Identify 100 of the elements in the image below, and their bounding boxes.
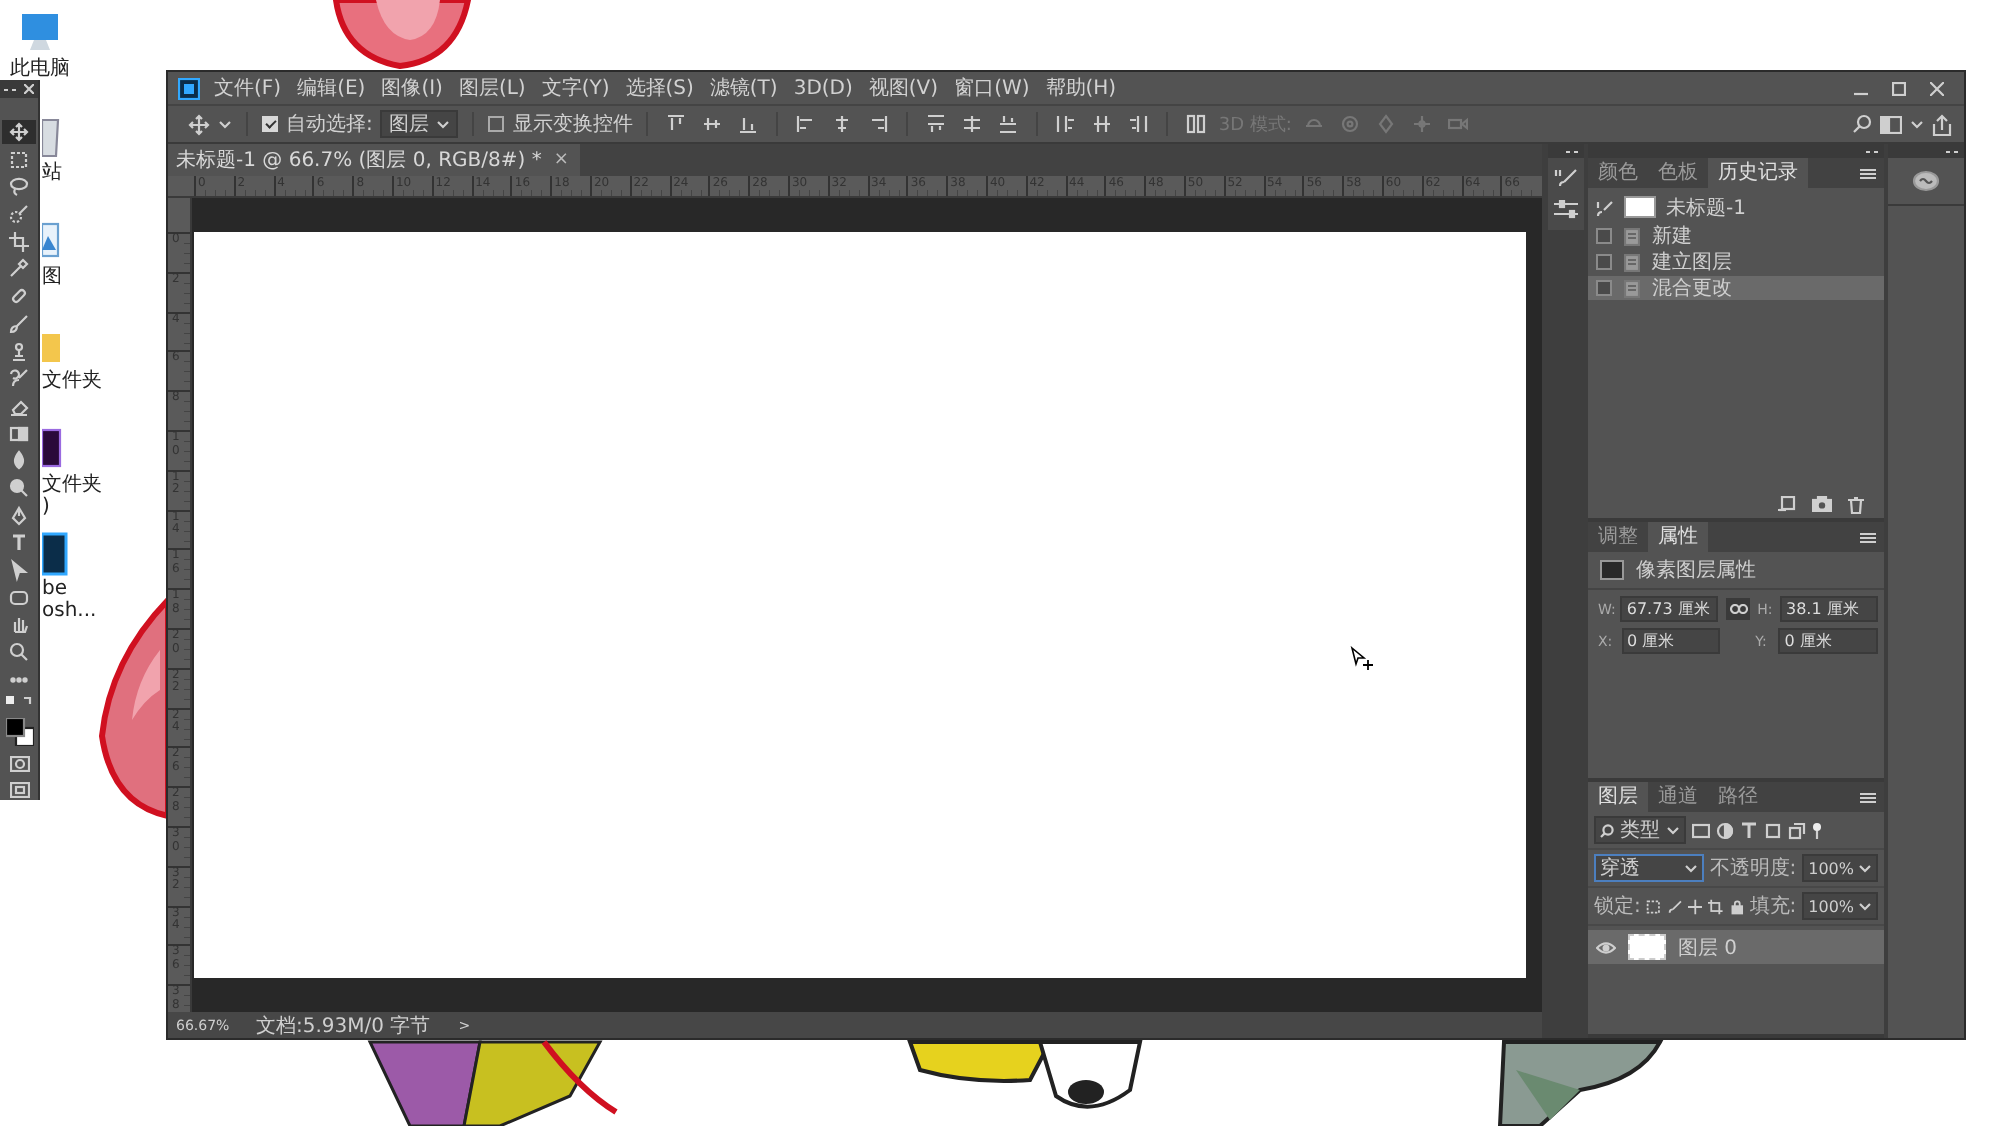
caret-icon — [1858, 900, 1873, 912]
move-lock-icon[interactable] — [1687, 897, 1703, 915]
checkbox[interactable] — [488, 116, 505, 132]
close-icon[interactable] — [24, 84, 34, 94]
caret-icon — [218, 118, 232, 130]
share-icon[interactable] — [1932, 113, 1952, 135]
source-box[interactable] — [1596, 254, 1612, 270]
document-tab[interactable]: 未标题-1 @ 66.7% (图层 0, RGB/8#) * × — [168, 144, 581, 176]
panel-tab[interactable]: 色板 — [1648, 158, 1708, 188]
artboard-lock-icon[interactable] — [1708, 897, 1723, 915]
desktop-icon-label[interactable]: be osh... — [42, 578, 97, 622]
panel-tab[interactable]: 历史记录 — [1708, 158, 1808, 188]
history-snapshot[interactable]: 未标题-1 — [1588, 192, 1884, 222]
desktop-icon-label[interactable]: 文件夹 ) — [42, 474, 102, 518]
panel-tab[interactable]: 路径 — [1708, 782, 1768, 812]
menu-item[interactable]: 窗口(W) — [952, 74, 1032, 102]
shape-filter-icon[interactable] — [1764, 821, 1782, 839]
dimension-field[interactable]: 0 厘米 — [1621, 628, 1721, 654]
type-filter-icon[interactable] — [1740, 821, 1758, 839]
menu-item[interactable]: 3D(D) — [791, 77, 855, 99]
eye-icon[interactable] — [1596, 941, 1616, 953]
align-bottom-icon[interactable] — [738, 114, 759, 134]
opacity-field[interactable]: 100% — [1802, 854, 1878, 882]
smart-object-filter-icon[interactable] — [1788, 821, 1806, 839]
panel-tab[interactable]: 图层 — [1588, 782, 1648, 812]
auto-align-icon[interactable] — [1186, 114, 1207, 134]
checkbox[interactable] — [262, 116, 278, 132]
desktop-icon-label[interactable]: 站 — [42, 162, 62, 184]
layer-thumbnail — [1628, 934, 1666, 960]
brush-lock-icon[interactable] — [1667, 897, 1682, 915]
filter-toggle-icon[interactable] — [1812, 821, 1822, 839]
menu-item[interactable]: 帮助(H) — [1043, 74, 1119, 102]
menu-item[interactable]: 选择(S) — [623, 74, 696, 102]
menu-icon[interactable] — [1860, 167, 1876, 179]
collapse-arrows-icon[interactable] — [1866, 147, 1878, 155]
menu-item[interactable]: 图像(I) — [379, 74, 445, 102]
lock-icon[interactable] — [1729, 897, 1744, 915]
quick-mask-icon[interactable] — [9, 755, 29, 772]
libraries-icon[interactable] — [1912, 170, 1940, 192]
maximize-icon[interactable] — [1892, 81, 1906, 95]
dimension-field[interactable]: 67.73 厘米 — [1620, 596, 1719, 622]
menu-icon[interactable] — [1860, 531, 1876, 543]
history-item[interactable]: 建立图层 — [1588, 250, 1884, 274]
align-left-icon[interactable] — [796, 114, 817, 134]
desktop-icon-label[interactable]: 文件夹 — [42, 370, 102, 392]
menu-item[interactable]: 图层(L) — [456, 74, 528, 102]
image-filter-icon[interactable] — [1692, 821, 1710, 839]
source-box[interactable] — [1596, 280, 1612, 296]
adjustment-filter-icon[interactable] — [1716, 821, 1734, 839]
link-icon[interactable] — [1729, 604, 1747, 614]
menu-item[interactable]: 滤镜(T) — [707, 74, 780, 102]
move-icon[interactable] — [188, 113, 210, 135]
menu-item[interactable]: 视图(V) — [866, 74, 941, 102]
search-icon[interactable] — [1852, 114, 1872, 134]
trash-icon[interactable] — [1848, 495, 1864, 513]
distribute-middle-icon[interactable] — [962, 114, 983, 134]
menu-item[interactable]: 文字(Y) — [539, 74, 612, 102]
menu-item[interactable]: 文件(F) — [212, 74, 284, 102]
filter-select[interactable]: 类型 — [1594, 816, 1686, 844]
history-item[interactable]: 混合更改 — [1588, 276, 1884, 300]
collapse-icon[interactable] — [4, 85, 16, 93]
workspace-icon[interactable] — [1880, 115, 1902, 133]
camera-icon[interactable] — [1812, 496, 1832, 512]
align-top-icon[interactable] — [666, 114, 687, 134]
brush-settings-icon[interactable] — [1554, 168, 1578, 188]
collapse-arrows-icon[interactable] — [1946, 147, 1958, 155]
new-document-icon[interactable] — [1778, 496, 1796, 512]
dimension-field[interactable]: 38.1 厘米 — [1780, 596, 1878, 622]
distribute-center-icon[interactable] — [1092, 114, 1113, 134]
lock-pixels-icon[interactable] — [1646, 897, 1662, 915]
menu-icon[interactable] — [1860, 791, 1876, 803]
align-middle-icon[interactable] — [702, 114, 723, 134]
panel-tab[interactable]: 调整 — [1588, 522, 1648, 552]
collapse-arrows-icon[interactable] — [1566, 147, 1578, 155]
panel-tab[interactable]: 通道 — [1648, 782, 1708, 812]
desktop-icon-label[interactable]: 图 — [42, 266, 62, 288]
history-item[interactable]: 新建 — [1588, 224, 1884, 248]
align-center-icon[interactable] — [832, 114, 853, 134]
close-icon[interactable] — [1930, 81, 1944, 95]
panel-tab[interactable]: 颜色 — [1588, 158, 1648, 188]
dimension-field[interactable]: 0 厘米 — [1778, 628, 1878, 654]
distribute-top-icon[interactable] — [926, 114, 947, 134]
move-icon[interactable] — [2, 120, 36, 144]
distribute-right-icon[interactable] — [1128, 114, 1149, 134]
screen-mode-icon[interactable] — [9, 781, 29, 798]
tab-close-button[interactable]: × — [553, 150, 569, 170]
target-select[interactable]: 图层 — [380, 110, 459, 138]
layer-row[interactable]: 图层 0 — [1588, 930, 1884, 964]
menu-item[interactable]: 编辑(E) — [295, 74, 368, 102]
align-right-icon[interactable] — [868, 114, 889, 134]
sliders-icon[interactable] — [1554, 200, 1578, 220]
source-box[interactable] — [1596, 228, 1612, 244]
document-icon — [1624, 227, 1640, 245]
desktop-icon-label[interactable]: 此电脑 — [10, 58, 70, 80]
blend-mode-select[interactable]: 穿透 — [1594, 854, 1704, 882]
fill-field[interactable]: 100% — [1802, 892, 1879, 920]
app-logo-icon[interactable] — [178, 77, 200, 99]
distribute-bottom-icon[interactable] — [998, 114, 1019, 134]
distribute-left-icon[interactable] — [1056, 114, 1077, 134]
panel-tab[interactable]: 属性 — [1648, 522, 1708, 552]
